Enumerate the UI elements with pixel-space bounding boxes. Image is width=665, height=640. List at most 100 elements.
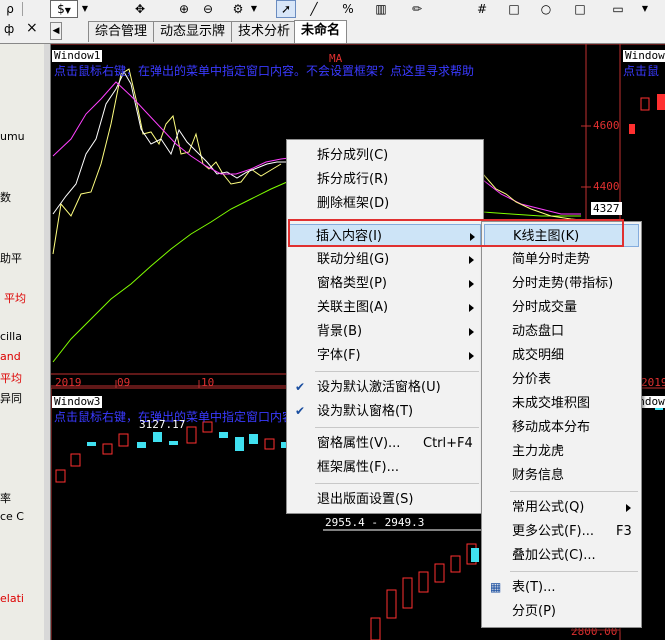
dropdown-arrow-icon[interactable]: ▼ xyxy=(640,1,650,17)
submenu-arrow-icon xyxy=(469,304,474,312)
square-icon[interactable]: □ xyxy=(572,1,588,17)
menu-separator xyxy=(315,371,479,372)
date-tick: 09 xyxy=(117,376,131,389)
insert-content-submenu: K线主图(K) 简单分时走势 分时走势(带指标) 分时成交量 动态盘口 成交明细… xyxy=(481,221,642,628)
window1-label[interactable]: Window1 xyxy=(52,50,103,62)
date-tick: 2019 xyxy=(55,376,82,389)
checkmark-icon: ✔ xyxy=(295,380,306,394)
close-icon[interactable]: × xyxy=(26,20,38,36)
menu-separator xyxy=(315,427,479,428)
dropdown-arrow-icon[interactable]: ▼ xyxy=(80,1,90,17)
submenu-item-financial-info[interactable]: 财务信息 xyxy=(484,464,639,487)
submenu-arrow-icon xyxy=(626,504,631,512)
tab-overview[interactable]: 综合管理 xyxy=(88,21,155,42)
checkmark-icon: ✔ xyxy=(295,404,306,418)
menu-separator xyxy=(510,571,638,572)
high-value-label: 3127.17 xyxy=(139,418,186,431)
ma-label: MA xyxy=(329,52,343,65)
bar-chart-icon[interactable]: ▥ xyxy=(372,1,390,17)
submenu-item-common-formulas[interactable]: 常用公式(Q) xyxy=(484,496,639,519)
help-hint[interactable]: 点击鼠标右键，在弹出的菜单中指定窗口内容。不会设置框架？点这里寻求帮助 xyxy=(54,62,474,79)
left-panel-item[interactable]: 平均 xyxy=(0,370,22,386)
tab-untitled[interactable]: 未命名 xyxy=(294,20,348,43)
menu-item-delete-frame[interactable]: 删除框架(D) xyxy=(289,192,481,215)
left-panel-item[interactable]: 平均 xyxy=(4,290,26,306)
menu-item-pane-properties[interactable]: 窗格属性(V)... Ctrl+F4 xyxy=(289,432,481,455)
left-panel-item[interactable]: 率 xyxy=(0,490,11,506)
circle-icon[interactable]: ○ xyxy=(538,1,554,17)
submenu-item-table[interactable]: ▦ 表(T)... xyxy=(484,576,639,599)
dropdown-arrow-icon[interactable]: ▼ xyxy=(249,1,259,17)
submenu-item-pending-orders[interactable]: 未成交堆积图 xyxy=(484,392,639,415)
color-icon[interactable]: ✏ xyxy=(408,1,426,17)
toolbar-separator xyxy=(22,2,23,16)
price-tick: 4600 xyxy=(593,119,620,132)
scroll-left-icon[interactable]: ◀ xyxy=(50,22,62,40)
submenu-arrow-icon xyxy=(469,328,474,336)
submenu-item-simple-intraday[interactable]: 简单分时走势 xyxy=(484,248,639,271)
left-panel: umu 数 助平 平均 cilla and 平均 异同 率 ce C elati xyxy=(0,44,45,640)
date-tick: 2019 xyxy=(641,376,665,389)
left-panel-item[interactable]: umu xyxy=(0,130,25,143)
left-panel-item[interactable]: and xyxy=(0,350,21,363)
percent-icon[interactable]: % xyxy=(340,1,356,17)
date-tick: 10 xyxy=(201,376,215,389)
context-menu: 拆分成列(C) 拆分成行(R) 删除框架(D) 插入内容(I) 联动分组(G) … xyxy=(286,139,484,514)
menu-item-split-columns[interactable]: 拆分成列(C) xyxy=(289,144,481,167)
submenu-item-main-force[interactable]: 主力龙虎 xyxy=(484,440,639,463)
dropdown-arrow-icon: ▼ xyxy=(64,6,71,15)
submenu-item-cost-distribution[interactable]: 移动成本分布 xyxy=(484,416,639,439)
zoom-in-icon[interactable]: ⊕ xyxy=(176,1,192,17)
submenu-item-dynamic-quote[interactable]: 动态盘口 xyxy=(484,320,639,343)
grid-icon[interactable]: # xyxy=(474,1,490,17)
rho-icon[interactable]: ρ xyxy=(2,1,18,17)
submenu-item-overlay-formula[interactable]: 叠加公式(C)... xyxy=(484,544,639,567)
submenu-item-price-table[interactable]: 分价表 xyxy=(484,368,639,391)
toolbar: ρ $▼ ▼ ✥ ⊕ ⊖ ⚙ ▼ ➚ ╱ % ▥ ✏ # □ ○ □ ▭ ▼ xyxy=(0,0,665,19)
menu-item-font[interactable]: 字体(F) xyxy=(289,344,481,367)
cursor-icon[interactable]: ➚ xyxy=(276,0,296,18)
left-panel-item[interactable]: 助平 xyxy=(0,250,22,266)
menu-separator xyxy=(315,483,479,484)
window3-label[interactable]: Window3 xyxy=(52,396,103,408)
menu-item-default-active-pane[interactable]: ✔ 设为默认激活窗格(U) xyxy=(289,376,481,399)
draw-line-icon[interactable]: ╱ xyxy=(306,1,322,17)
menu-item-link-main-chart[interactable]: 关联主图(A) xyxy=(289,296,481,319)
left-panel-item[interactable]: ce C xyxy=(0,510,24,523)
submenu-item-intraday-volume[interactable]: 分时成交量 xyxy=(484,296,639,319)
submenu-item-intraday-with-indicator[interactable]: 分时走势(带指标) xyxy=(484,272,639,295)
menu-item-pane-type[interactable]: 窗格类型(P) xyxy=(289,272,481,295)
window-icon[interactable]: □ xyxy=(506,1,522,17)
submenu-arrow-icon xyxy=(469,280,474,288)
panel-splitter[interactable] xyxy=(44,44,51,640)
menu-item-background[interactable]: 背景(B) xyxy=(289,320,481,343)
submenu-item-trade-details[interactable]: 成交明细 xyxy=(484,344,639,367)
menu-item-split-rows[interactable]: 拆分成行(R) xyxy=(289,168,481,191)
shortcut-label: F3 xyxy=(616,524,632,539)
settings-icon[interactable]: ⚙ xyxy=(228,1,248,17)
move-icon[interactable]: ✥ xyxy=(132,1,148,17)
menu-item-exit-layout[interactable]: 退出版面设置(S) xyxy=(289,488,481,511)
zoom-out-icon[interactable]: ⊖ xyxy=(200,1,216,17)
tab-dynamic-board[interactable]: 动态显示牌 xyxy=(153,21,233,42)
menu-item-default-pane[interactable]: ✔ 设为默认窗格(T) xyxy=(289,400,481,423)
submenu-arrow-icon xyxy=(469,352,474,360)
pin-icon[interactable]: ф xyxy=(4,22,14,36)
highlight-annotation xyxy=(288,219,624,247)
submenu-item-paging[interactable]: 分页(P) xyxy=(484,600,639,623)
currency-button[interactable]: $▼ xyxy=(50,0,78,18)
left-panel-item[interactable]: cilla xyxy=(0,330,22,343)
layout-icon[interactable]: ▭ xyxy=(610,1,626,17)
shortcut-label: Ctrl+F4 xyxy=(423,436,473,451)
menu-item-frame-properties[interactable]: 框架属性(F)... xyxy=(289,456,481,479)
dollar-label: $ xyxy=(57,2,65,16)
left-panel-item[interactable]: 异同 xyxy=(0,390,22,406)
tab-technical-analysis[interactable]: 技术分析 xyxy=(231,21,297,42)
help-hint-right[interactable]: 点击鼠 xyxy=(623,62,659,79)
table-icon: ▦ xyxy=(490,580,502,594)
submenu-item-more-formulas[interactable]: 更多公式(F)... F3 xyxy=(484,520,639,543)
left-panel-item[interactable]: 数 xyxy=(0,189,11,205)
window2-label[interactable]: Window2 xyxy=(623,50,665,62)
menu-item-link-group[interactable]: 联动分组(G) xyxy=(289,248,481,271)
left-panel-item[interactable]: elati xyxy=(0,592,24,605)
